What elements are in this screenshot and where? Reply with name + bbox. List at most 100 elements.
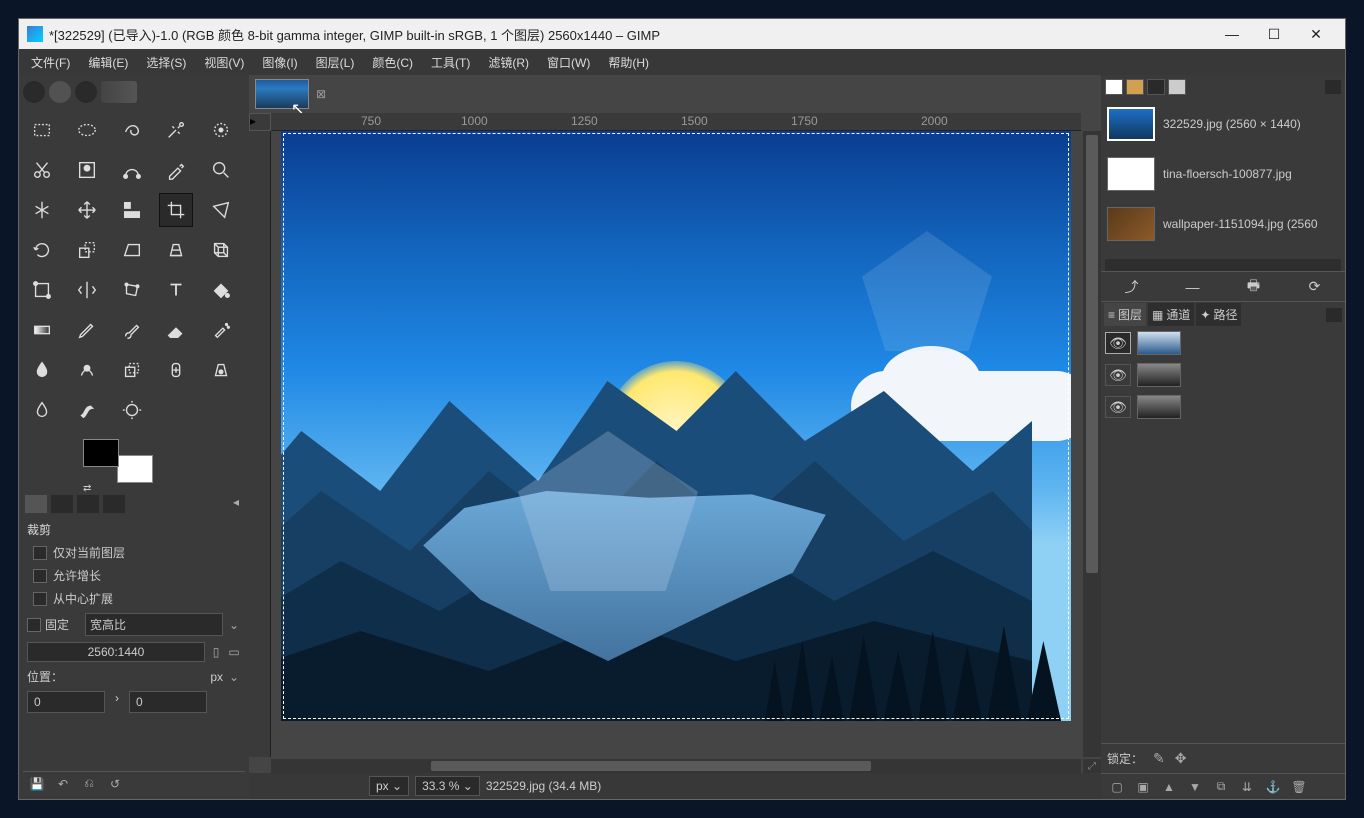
tool-bucket-fill[interactable] [204,273,238,307]
menu-image[interactable]: 图像(I) [256,52,303,73]
tool-fuzzy-select[interactable] [159,113,193,147]
tool-blur[interactable] [25,393,59,427]
tool-ellipse-select[interactable] [70,113,104,147]
chk-fixed[interactable] [27,618,41,632]
menu-select[interactable]: 选择(S) [140,52,192,73]
raise-layer-icon[interactable]: ▲ [1159,780,1179,794]
brush-circle-1[interactable] [23,81,45,103]
image-item-2[interactable]: tina-floersch-100877.jpg [1101,149,1345,199]
tool-perspective[interactable] [159,233,193,267]
tool-perspective-clone[interactable] [204,353,238,387]
menu-edit[interactable]: 编辑(E) [82,52,134,73]
portrait-icon[interactable]: ▯ [209,645,223,659]
tool-zoom[interactable] [204,153,238,187]
tool-paths[interactable] [115,153,149,187]
menu-windows[interactable]: 窗口(W) [541,52,596,73]
maximize-button[interactable]: ☐ [1253,20,1295,48]
tool-gradient[interactable] [25,313,59,347]
tool-color-picker[interactable] [159,153,193,187]
menu-tools[interactable]: 工具(T) [425,52,476,73]
bg-color[interactable] [117,455,153,483]
tool-text[interactable] [159,273,193,307]
chk-expand-center[interactable]: 从中心扩展 [27,590,241,607]
options-tab-4[interactable] [103,495,125,513]
tool-free-select[interactable] [115,113,149,147]
tool-scale[interactable] [70,233,104,267]
chevron-down-icon[interactable]: ⌄ [227,670,241,684]
swap-colors-icon[interactable]: ⇄ [83,483,97,495]
landscape-icon[interactable]: ▭ [227,645,241,659]
ruler-corner[interactable]: ▸ [249,113,271,131]
fg-color[interactable] [83,439,119,467]
ratio-field[interactable]: 2560:1440 [27,642,205,662]
tool-handle-transform[interactable] [25,273,59,307]
new-view-icon[interactable]: — [1179,279,1207,295]
tool-3d-transform[interactable] [204,233,238,267]
color-swatch[interactable]: ⇄ [83,439,153,483]
chevron-down-icon[interactable]: ⌄ [227,618,241,632]
image-item-3[interactable]: wallpaper-1151094.jpg (2560 [1101,199,1345,249]
lock-paint-icon[interactable]: ✎ [1153,750,1165,767]
minimize-button[interactable]: — [1211,20,1253,48]
images-tab-4[interactable] [1168,79,1186,95]
tab-paths[interactable]: ✦ 路径 [1196,303,1241,326]
brush-circle-2[interactable] [49,81,71,103]
tab-close-icon[interactable]: ⊠ [313,86,329,102]
options-config-icon[interactable]: ◂ [229,495,243,515]
lock-move-icon[interactable]: ✥ [1175,750,1187,767]
pos-x-input[interactable]: 0 [27,691,105,713]
image-item-1[interactable]: 322529.jpg (2560 × 1440) [1101,99,1345,149]
unit-select[interactable]: px [210,670,223,684]
tool-foreground-select[interactable] [70,153,104,187]
tool-eraser[interactable] [159,313,193,347]
options-tab-1[interactable] [25,495,47,513]
save-options-icon[interactable]: 💾 [27,775,47,793]
layer-row-3[interactable]: 👁 [1101,391,1345,423]
new-group-icon[interactable]: ▣ [1133,780,1153,794]
tool-measure[interactable] [25,193,59,227]
delete-image-icon[interactable]: 🖶 [1240,275,1268,299]
menu-colors[interactable]: 颜色(C) [366,52,419,73]
scrollbar-horizontal[interactable] [271,759,1081,773]
images-config-icon[interactable] [1325,80,1341,94]
tab-layers[interactable]: ≡ 图层 [1104,303,1146,326]
restore-options-icon[interactable]: ↶ [53,775,73,793]
tool-shear[interactable] [115,233,149,267]
eye-icon[interactable]: 👁 [1105,396,1131,418]
eye-icon[interactable]: 👁 [1105,364,1131,386]
tool-rect-select[interactable] [25,113,59,147]
brush-circle-3[interactable] [75,81,97,103]
tool-smudge[interactable] [70,393,104,427]
images-tab-1[interactable] [1105,79,1123,95]
menu-view[interactable]: 视图(V) [198,52,250,73]
layers-config-icon[interactable] [1326,308,1342,322]
images-tab-2[interactable] [1126,79,1144,95]
tool-pencil[interactable] [70,313,104,347]
options-tab-2[interactable] [51,495,73,513]
merge-down-icon[interactable]: ⇊ [1237,780,1257,794]
layer-row-1[interactable]: 👁 [1101,327,1345,359]
menu-layer[interactable]: 图层(L) [310,52,361,73]
tool-ink[interactable] [25,353,59,387]
close-button[interactable]: ✕ [1295,20,1337,48]
lower-layer-icon[interactable]: ▼ [1185,780,1205,794]
eye-icon[interactable]: 👁 [1105,332,1131,354]
tool-move[interactable] [70,193,104,227]
tab-channels[interactable]: ▦ 通道 [1148,303,1194,326]
menu-help[interactable]: 帮助(H) [602,52,655,73]
pos-y-input[interactable]: 0 [129,691,207,713]
tool-flip[interactable] [70,273,104,307]
ruler-vertical[interactable] [249,131,271,757]
canvas-viewport[interactable] [271,131,1081,757]
options-tab-3[interactable] [77,495,99,513]
tool-airbrush[interactable] [204,313,238,347]
menu-filters[interactable]: 滤镜(R) [482,52,535,73]
status-zoom-select[interactable]: 33.3 % ⌄ [415,776,480,796]
link-icon[interactable]: › [115,691,119,713]
tool-scissors[interactable] [25,153,59,187]
images-hscroll[interactable] [1105,259,1341,271]
tool-paintbrush[interactable] [115,313,149,347]
canvas-image[interactable] [281,131,1071,721]
tool-heal[interactable] [159,353,193,387]
tool-dodge[interactable] [115,393,149,427]
